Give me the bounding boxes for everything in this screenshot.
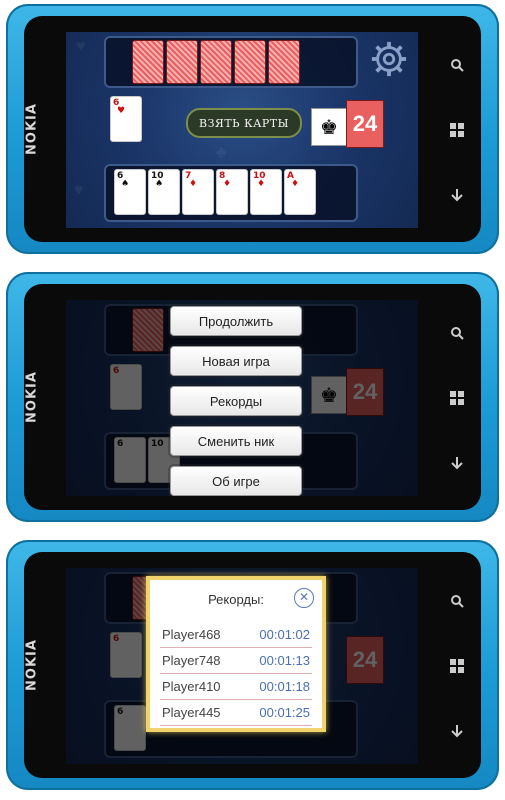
pause-menu: Продолжить Новая игра Рекорды Сменить ни… — [170, 306, 302, 496]
watermark-heart-icon: ♥ — [76, 38, 86, 55]
settings-gear-icon[interactable] — [370, 40, 408, 78]
card-suit: ♦ — [189, 179, 199, 189]
trump-jack-card: ♚ — [311, 108, 347, 146]
player-hand-row: 6 ♠ 10 ♠ 7 ♦ 8 ♦ 10 ♦ A ♦ — [104, 164, 358, 222]
table-row: Player410 00:01:18 — [160, 673, 312, 700]
search-icon[interactable] — [448, 592, 466, 610]
continue-button[interactable]: Продолжить — [170, 306, 302, 336]
player-time: 00:01:25 — [241, 699, 312, 726]
hand-card[interactable]: 10 ♦ — [250, 169, 282, 215]
player-time: 00:01:18 — [241, 673, 312, 700]
card-suit: ♦ — [291, 179, 301, 189]
opponent-card — [268, 40, 300, 84]
table-row: Player748 00:01:13 — [160, 647, 312, 674]
card-suit: ♦ — [223, 179, 233, 189]
phone-menu: NOKIA 6 ♚ 24 6 10 Продолжить Новая игра … — [6, 272, 499, 522]
opponent-card — [132, 40, 164, 84]
player-time: 00:01:02 — [241, 622, 312, 648]
brand-label: NOKIA — [24, 639, 40, 691]
back-icon[interactable] — [448, 454, 466, 472]
watermark-club-icon: ♣ — [216, 144, 227, 161]
search-icon[interactable] — [448, 56, 466, 74]
search-icon[interactable] — [448, 324, 466, 342]
table-card: 6 ♥ — [110, 96, 142, 142]
game-screen: 6 24 6 Рекорды: ✕ Player468 00:01:02 Pla… — [66, 568, 418, 764]
brand-label: NOKIA — [24, 371, 40, 423]
close-icon[interactable]: ✕ — [294, 588, 314, 608]
player-name: Player468 — [160, 622, 242, 648]
card-suit: ♥ — [117, 106, 127, 116]
player-time: 00:01:13 — [241, 647, 312, 674]
softkeys — [437, 300, 477, 496]
phone-records: NOKIA 6 24 6 Рекорды: ✕ Player468 00:01:… — [6, 540, 499, 790]
opponent-row — [104, 36, 358, 88]
windows-icon[interactable] — [448, 389, 466, 407]
hand-card[interactable]: 8 ♦ — [216, 169, 248, 215]
brand-label: NOKIA — [24, 103, 40, 155]
player-name: Player410 — [160, 673, 242, 700]
records-table: Player468 00:01:02 Player748 00:01:13 Pl… — [160, 622, 312, 726]
softkeys — [437, 568, 477, 764]
phone-game: NOKIA ♥ ♥ ♣ 6 ♥ ВЗЯТЬ КАРТЫ ♚ 24 6 ♠ 10 … — [6, 4, 499, 254]
hand-card[interactable]: 6 ♠ — [114, 169, 146, 215]
opponent-card — [200, 40, 232, 84]
card-suit: ♠ — [155, 179, 165, 189]
opponent-card — [234, 40, 266, 84]
hand-card[interactable]: A ♦ — [284, 169, 316, 215]
card-suit: ♦ — [257, 179, 267, 189]
game-screen: ♥ ♥ ♣ 6 ♥ ВЗЯТЬ КАРТЫ ♚ 24 6 ♠ 10 ♠ 7 ♦ … — [66, 32, 418, 228]
table-row: Player468 00:01:02 — [160, 622, 312, 648]
opponent-card — [166, 40, 198, 84]
game-screen: 6 ♚ 24 6 10 Продолжить Новая игра Рекорд… — [66, 300, 418, 496]
windows-icon[interactable] — [448, 121, 466, 139]
back-icon[interactable] — [448, 186, 466, 204]
player-name: Player445 — [160, 699, 242, 726]
hand-card[interactable]: 10 ♠ — [148, 169, 180, 215]
new-game-button[interactable]: Новая игра — [170, 346, 302, 376]
about-button[interactable]: Об игре — [170, 466, 302, 496]
records-dialog: Рекорды: ✕ Player468 00:01:02 Player748 … — [146, 576, 326, 732]
deck-count: 24 — [346, 100, 384, 148]
take-cards-button[interactable]: ВЗЯТЬ КАРТЫ — [186, 108, 302, 138]
records-button[interactable]: Рекорды — [170, 386, 302, 416]
windows-icon[interactable] — [448, 657, 466, 675]
softkeys — [437, 32, 477, 228]
card-suit: ♠ — [121, 179, 131, 189]
back-icon[interactable] — [448, 722, 466, 740]
player-name: Player748 — [160, 647, 242, 674]
hand-card[interactable]: 7 ♦ — [182, 169, 214, 215]
watermark-heart-icon: ♥ — [74, 182, 84, 199]
change-nick-button[interactable]: Сменить ник — [170, 426, 302, 456]
table-row: Player445 00:01:25 — [160, 699, 312, 726]
